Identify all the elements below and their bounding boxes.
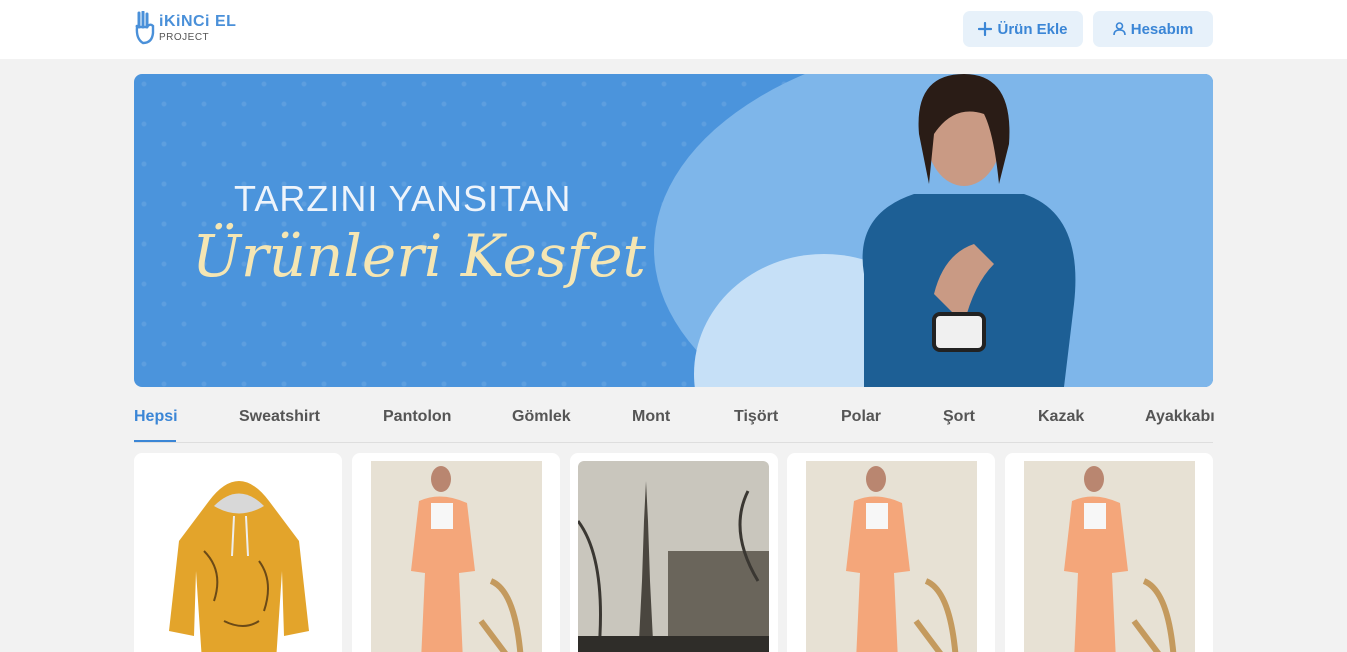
account-label: Hesabım — [1130, 20, 1194, 38]
product-card[interactable] — [570, 453, 778, 652]
account-button[interactable]: Hesabım — [1093, 11, 1213, 47]
orange-suit-image — [371, 461, 542, 652]
banner-headline: TARZINI YANSITAN — [234, 178, 572, 219]
tab-sort[interactable]: Şort — [943, 408, 975, 426]
tab-gomlek[interactable]: Gömlek — [512, 408, 571, 426]
logo[interactable]: iKiNCi EL PROJECT — [134, 10, 244, 46]
tab-sweatshirt[interactable]: Sweatshirt — [239, 408, 320, 426]
tab-ayakkabi[interactable]: Ayakkabı — [1145, 408, 1215, 426]
orange-suit-image — [1024, 461, 1195, 652]
product-card[interactable] — [787, 453, 995, 652]
top-bar: iKiNCi EL PROJECT Ürün Ekle Hesabım — [0, 0, 1347, 59]
tab-tisort[interactable]: Tişört — [734, 408, 778, 426]
active-tab-indicator — [134, 440, 176, 442]
user-icon — [1112, 22, 1126, 36]
plus-icon — [978, 22, 993, 36]
logo-subtitle: PROJECT — [159, 32, 210, 43]
tab-pantolon[interactable]: Pantolon — [383, 408, 451, 426]
product-card[interactable] — [352, 453, 560, 652]
tab-kazak[interactable]: Kazak — [1038, 408, 1084, 426]
eiffel-tower-image — [578, 461, 769, 652]
promo-banner[interactable]: TARZINI YANSITAN Ürünleri Kesfet — [134, 74, 1213, 387]
peace-hand-icon — [135, 11, 155, 45]
add-product-label: Ürün Ekle — [997, 20, 1068, 38]
orange-suit-image — [806, 461, 977, 652]
tab-mont[interactable]: Mont — [632, 408, 670, 426]
banner-script-text: Ürünleri Kesfet — [192, 222, 646, 290]
add-product-button[interactable]: Ürün Ekle — [963, 11, 1083, 47]
hoodie-image — [169, 481, 309, 652]
logo-name: iKiNCi EL — [159, 13, 237, 30]
product-card[interactable] — [134, 453, 342, 652]
tab-polar[interactable]: Polar — [841, 408, 881, 426]
category-tabs: Hepsi Sweatshirt Pantolon Gömlek Mont Ti… — [134, 398, 1215, 443]
model-image — [862, 74, 1076, 387]
product-card[interactable] — [1005, 453, 1213, 652]
tab-hepsi[interactable]: Hepsi — [134, 408, 178, 426]
